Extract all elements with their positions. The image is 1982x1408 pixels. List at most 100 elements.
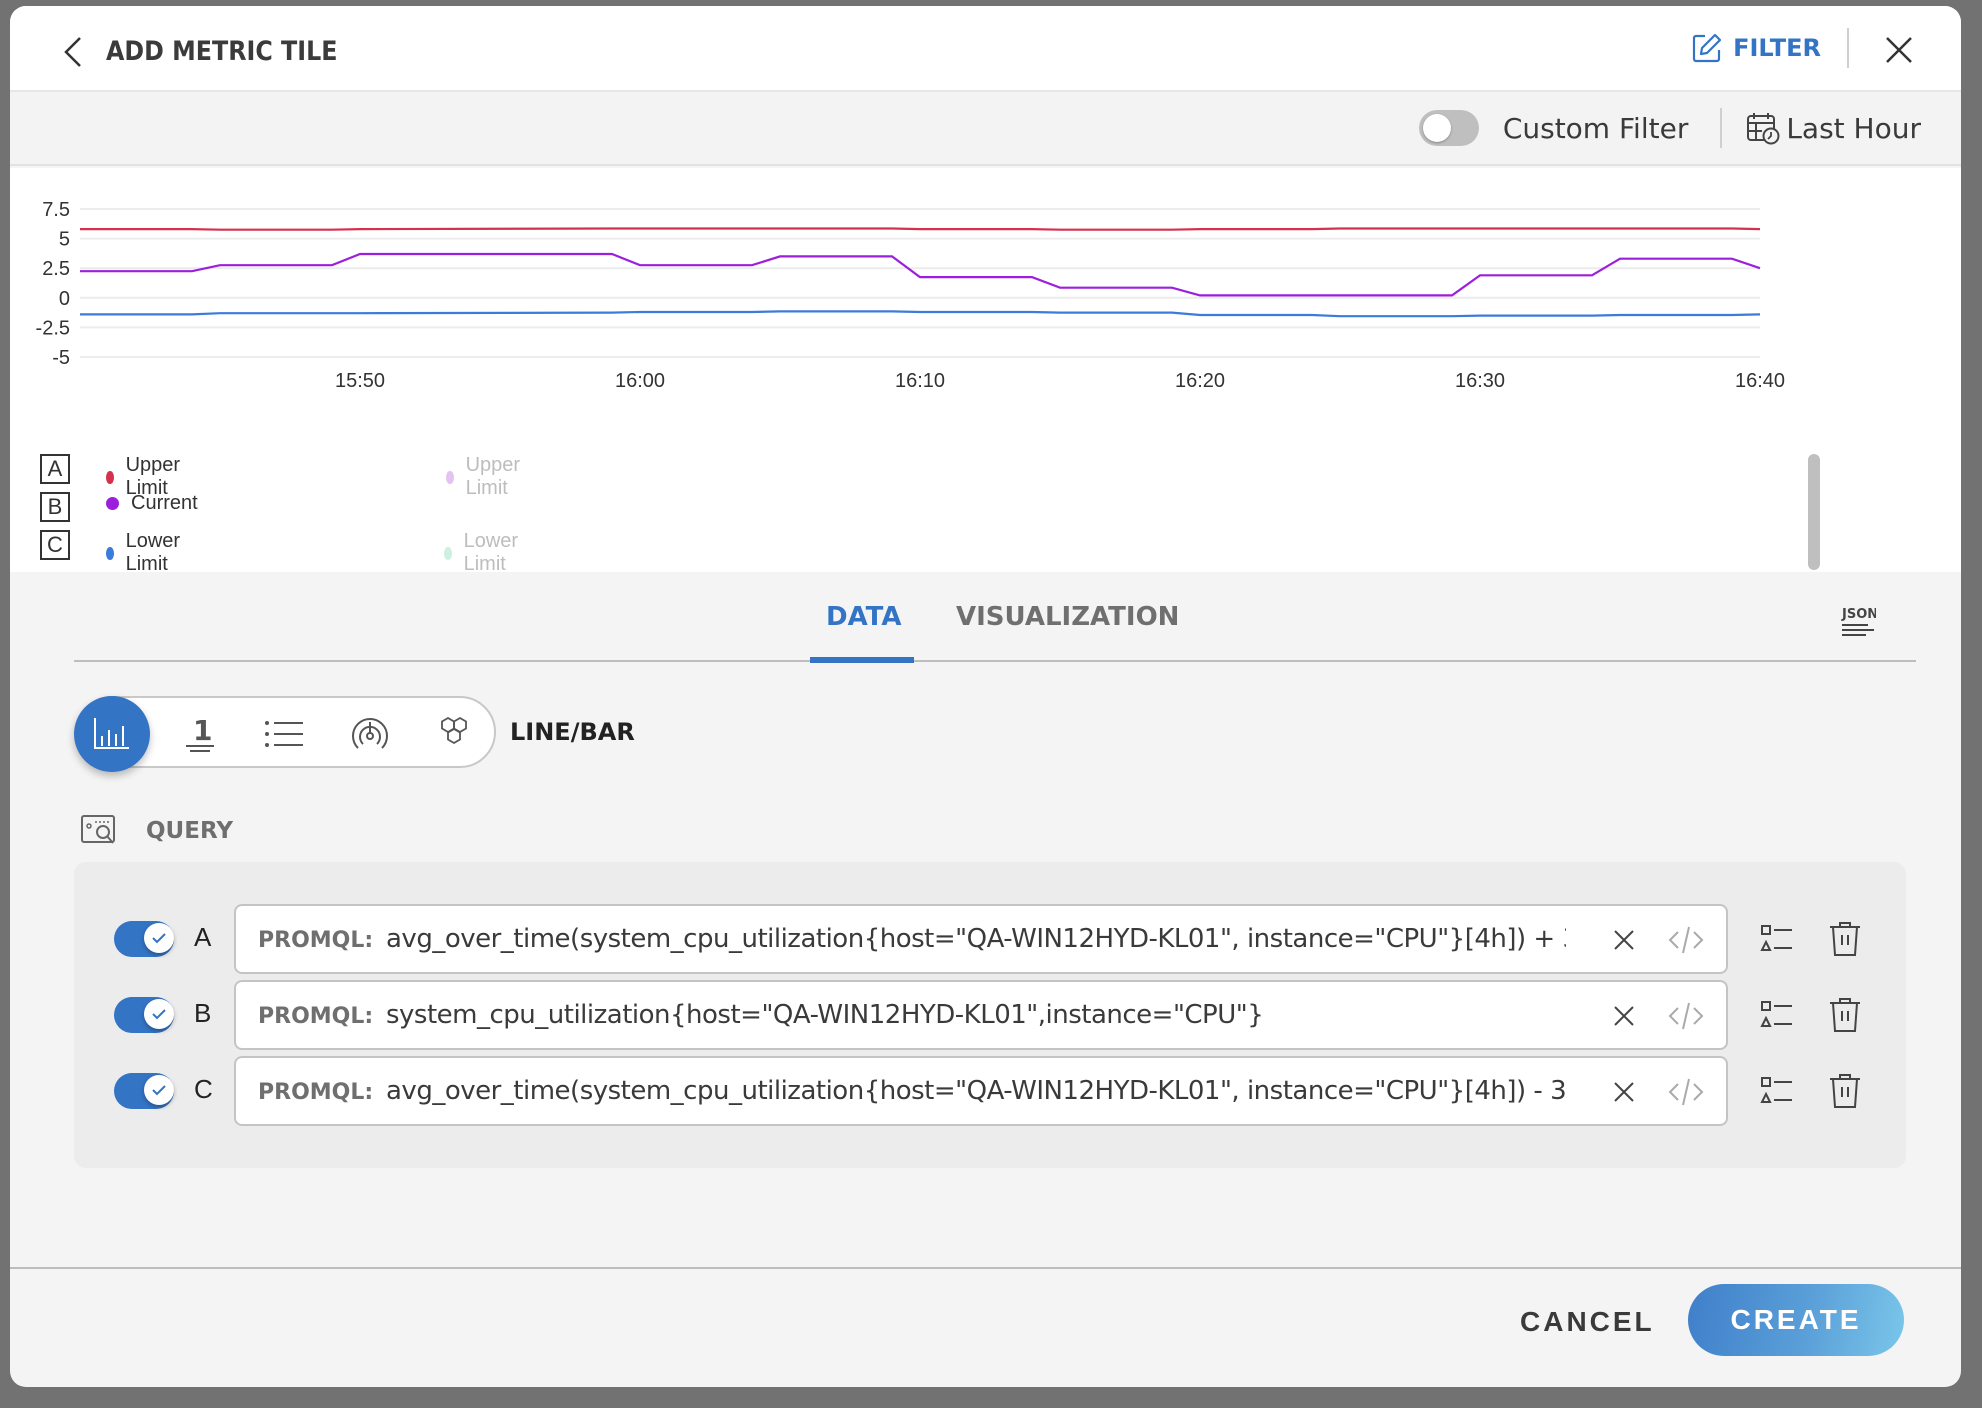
delete-query-icon[interactable] — [1828, 1072, 1862, 1110]
filter-bar: Custom Filter Last Hour — [10, 92, 1961, 166]
promql-query-input[interactable]: PROMQL: avg_over_time(system_cpu_utilizat… — [234, 904, 1728, 974]
legend-color-dot — [106, 546, 114, 560]
legend-item[interactable]: Lower Limit — [106, 530, 185, 576]
query-text[interactable]: avg_over_time(system_cpu_utilization{hos… — [386, 1076, 1566, 1106]
viz-type-single-value[interactable]: 1 — [164, 698, 236, 770]
viz-type-list[interactable] — [248, 698, 320, 770]
query-list: A PROMQL: avg_over_time(system_cpu_utiliza… — [74, 862, 1906, 1168]
query-row: B PROMQL: system_cpu_utilization{host="QA-… — [74, 980, 1906, 1050]
legend-item[interactable]: Current — [106, 492, 198, 515]
series-line-upper-limit[interactable] — [80, 227, 1761, 231]
svg-text:1: 1 — [193, 714, 212, 747]
dialog-header: ADD METRIC TILE FILTER — [10, 6, 1961, 92]
legend-scrollbar[interactable] — [1808, 454, 1820, 570]
y-tick-label: 2.5 — [42, 258, 70, 280]
legend-label: Upper Limit — [465, 454, 521, 499]
header-divider — [1847, 28, 1849, 68]
check-icon — [144, 923, 174, 953]
y-tick-label: -5 — [52, 347, 70, 369]
series-line-current[interactable] — [80, 252, 1761, 297]
visualization-type-selector: 1 — [74, 696, 496, 772]
line-chart: 7.5 5 2.5 0 -2.5 -5 15:50 16:00 16:10 16:20 16:30 1… — [36, 199, 1786, 392]
query-type-prefix: PROMQL: — [258, 928, 374, 953]
create-button[interactable]: CREATE — [1688, 1284, 1904, 1356]
query-text[interactable]: avg_over_time(system_cpu_utilization{hos… — [386, 924, 1566, 954]
x-tick-label: 16:30 — [1455, 370, 1505, 392]
query-type-prefix: PROMQL: — [258, 1080, 374, 1105]
legend-item-hidden[interactable]: Upper Limit — [446, 454, 525, 500]
viz-type-honeycomb[interactable] — [420, 698, 492, 770]
code-view-icon[interactable] — [1668, 1000, 1704, 1032]
line-bar-chart-icon — [94, 718, 129, 749]
json-editor-icon[interactable]: JSON — [1840, 604, 1876, 640]
x-tick-label: 16:10 — [895, 370, 945, 392]
legend-color-dot — [446, 470, 454, 484]
legend-item-hidden[interactable]: Lower Limit — [444, 530, 523, 576]
promql-query-input[interactable]: PROMQL: avg_over_time(system_cpu_utilizat… — [234, 1056, 1728, 1126]
legend-color-dot — [106, 497, 119, 510]
legend-query-key: A — [40, 454, 70, 484]
chart-preview: 7.5 5 2.5 0 -2.5 -5 15:50 16:00 16:10 16:20 16:30 1… — [10, 168, 1961, 575]
query-key: B — [194, 998, 212, 1028]
legend-format-icon[interactable] — [1760, 998, 1794, 1032]
viz-type-line-bar[interactable] — [74, 696, 150, 772]
legend-label: Lower Limit — [125, 530, 181, 575]
code-view-icon[interactable] — [1668, 1076, 1704, 1108]
cancel-button[interactable]: CANCEL — [1520, 1306, 1655, 1338]
tab-data[interactable]: DATA — [826, 602, 902, 632]
query-key: A — [194, 922, 212, 952]
promql-query-input[interactable]: PROMQL: system_cpu_utilization{host="QA-W… — [234, 980, 1728, 1050]
legend-query-key: C — [40, 530, 70, 560]
query-type-prefix: PROMQL: — [258, 1004, 374, 1029]
close-icon[interactable] — [1883, 34, 1915, 66]
custom-filter-toggle[interactable] — [1418, 110, 1479, 146]
time-range-label[interactable]: Last Hour — [1786, 112, 1921, 145]
clear-query-icon[interactable] — [1612, 1080, 1636, 1104]
x-tick-label: 15:50 — [335, 370, 385, 392]
query-enable-toggle[interactable] — [114, 921, 174, 957]
active-tab-indicator — [810, 657, 914, 663]
legend-query-key: B — [40, 492, 70, 522]
clear-query-icon[interactable] — [1612, 928, 1636, 952]
legend-color-dot — [106, 470, 114, 484]
legend-color-dot — [444, 546, 452, 560]
x-tick-label: 16:00 — [615, 370, 665, 392]
filter-bar-divider — [1720, 108, 1723, 148]
query-section-label: QUERY — [146, 818, 234, 844]
y-tick-label: -2.5 — [36, 317, 70, 339]
check-icon — [144, 999, 174, 1029]
y-tick-label: 7.5 — [42, 199, 70, 221]
calendar-clock-icon[interactable] — [1746, 111, 1780, 145]
tab-visualization[interactable]: VISUALIZATION — [956, 602, 1179, 632]
filter-button[interactable]: FILTER — [1691, 32, 1821, 64]
list-icon — [265, 721, 303, 747]
viz-type-gauge[interactable] — [334, 698, 406, 770]
legend-label: Current — [131, 492, 198, 514]
tab-bar: DATA VISUALIZATION JSON — [74, 572, 1916, 663]
honeycomb-icon — [441, 716, 467, 745]
series-line-lower-limit[interactable] — [80, 310, 1761, 318]
query-enable-toggle[interactable] — [114, 997, 174, 1033]
y-tick-label: 5 — [59, 229, 70, 251]
legend-format-icon[interactable] — [1760, 922, 1794, 956]
query-enable-toggle[interactable] — [114, 1073, 174, 1109]
filter-label: FILTER — [1733, 34, 1821, 62]
x-tick-label: 16:40 — [1735, 370, 1785, 392]
query-text[interactable]: system_cpu_utilization{host="QA-WIN12HYD… — [386, 1000, 1566, 1030]
code-view-icon[interactable] — [1668, 924, 1704, 956]
dialog-title: ADD METRIC TILE — [106, 36, 338, 67]
y-tick-label: 0 — [59, 288, 70, 310]
query-key: C — [194, 1074, 213, 1104]
legend-format-icon[interactable] — [1760, 1074, 1794, 1108]
delete-query-icon[interactable] — [1828, 920, 1862, 958]
back-chevron-icon[interactable] — [60, 34, 90, 70]
svg-text:JSON: JSON — [1841, 607, 1876, 622]
clear-query-icon[interactable] — [1612, 1004, 1636, 1028]
query-row: C PROMQL: avg_over_time(system_cpu_utiliza… — [74, 1056, 1906, 1126]
query-section-header: QUERY — [80, 814, 233, 848]
selected-visualization-label: LINE/BAR — [510, 718, 635, 746]
x-tick-label: 16:20 — [1175, 370, 1225, 392]
delete-query-icon[interactable] — [1828, 996, 1862, 1034]
check-icon — [144, 1075, 174, 1105]
single-value-icon: 1 — [186, 714, 214, 752]
